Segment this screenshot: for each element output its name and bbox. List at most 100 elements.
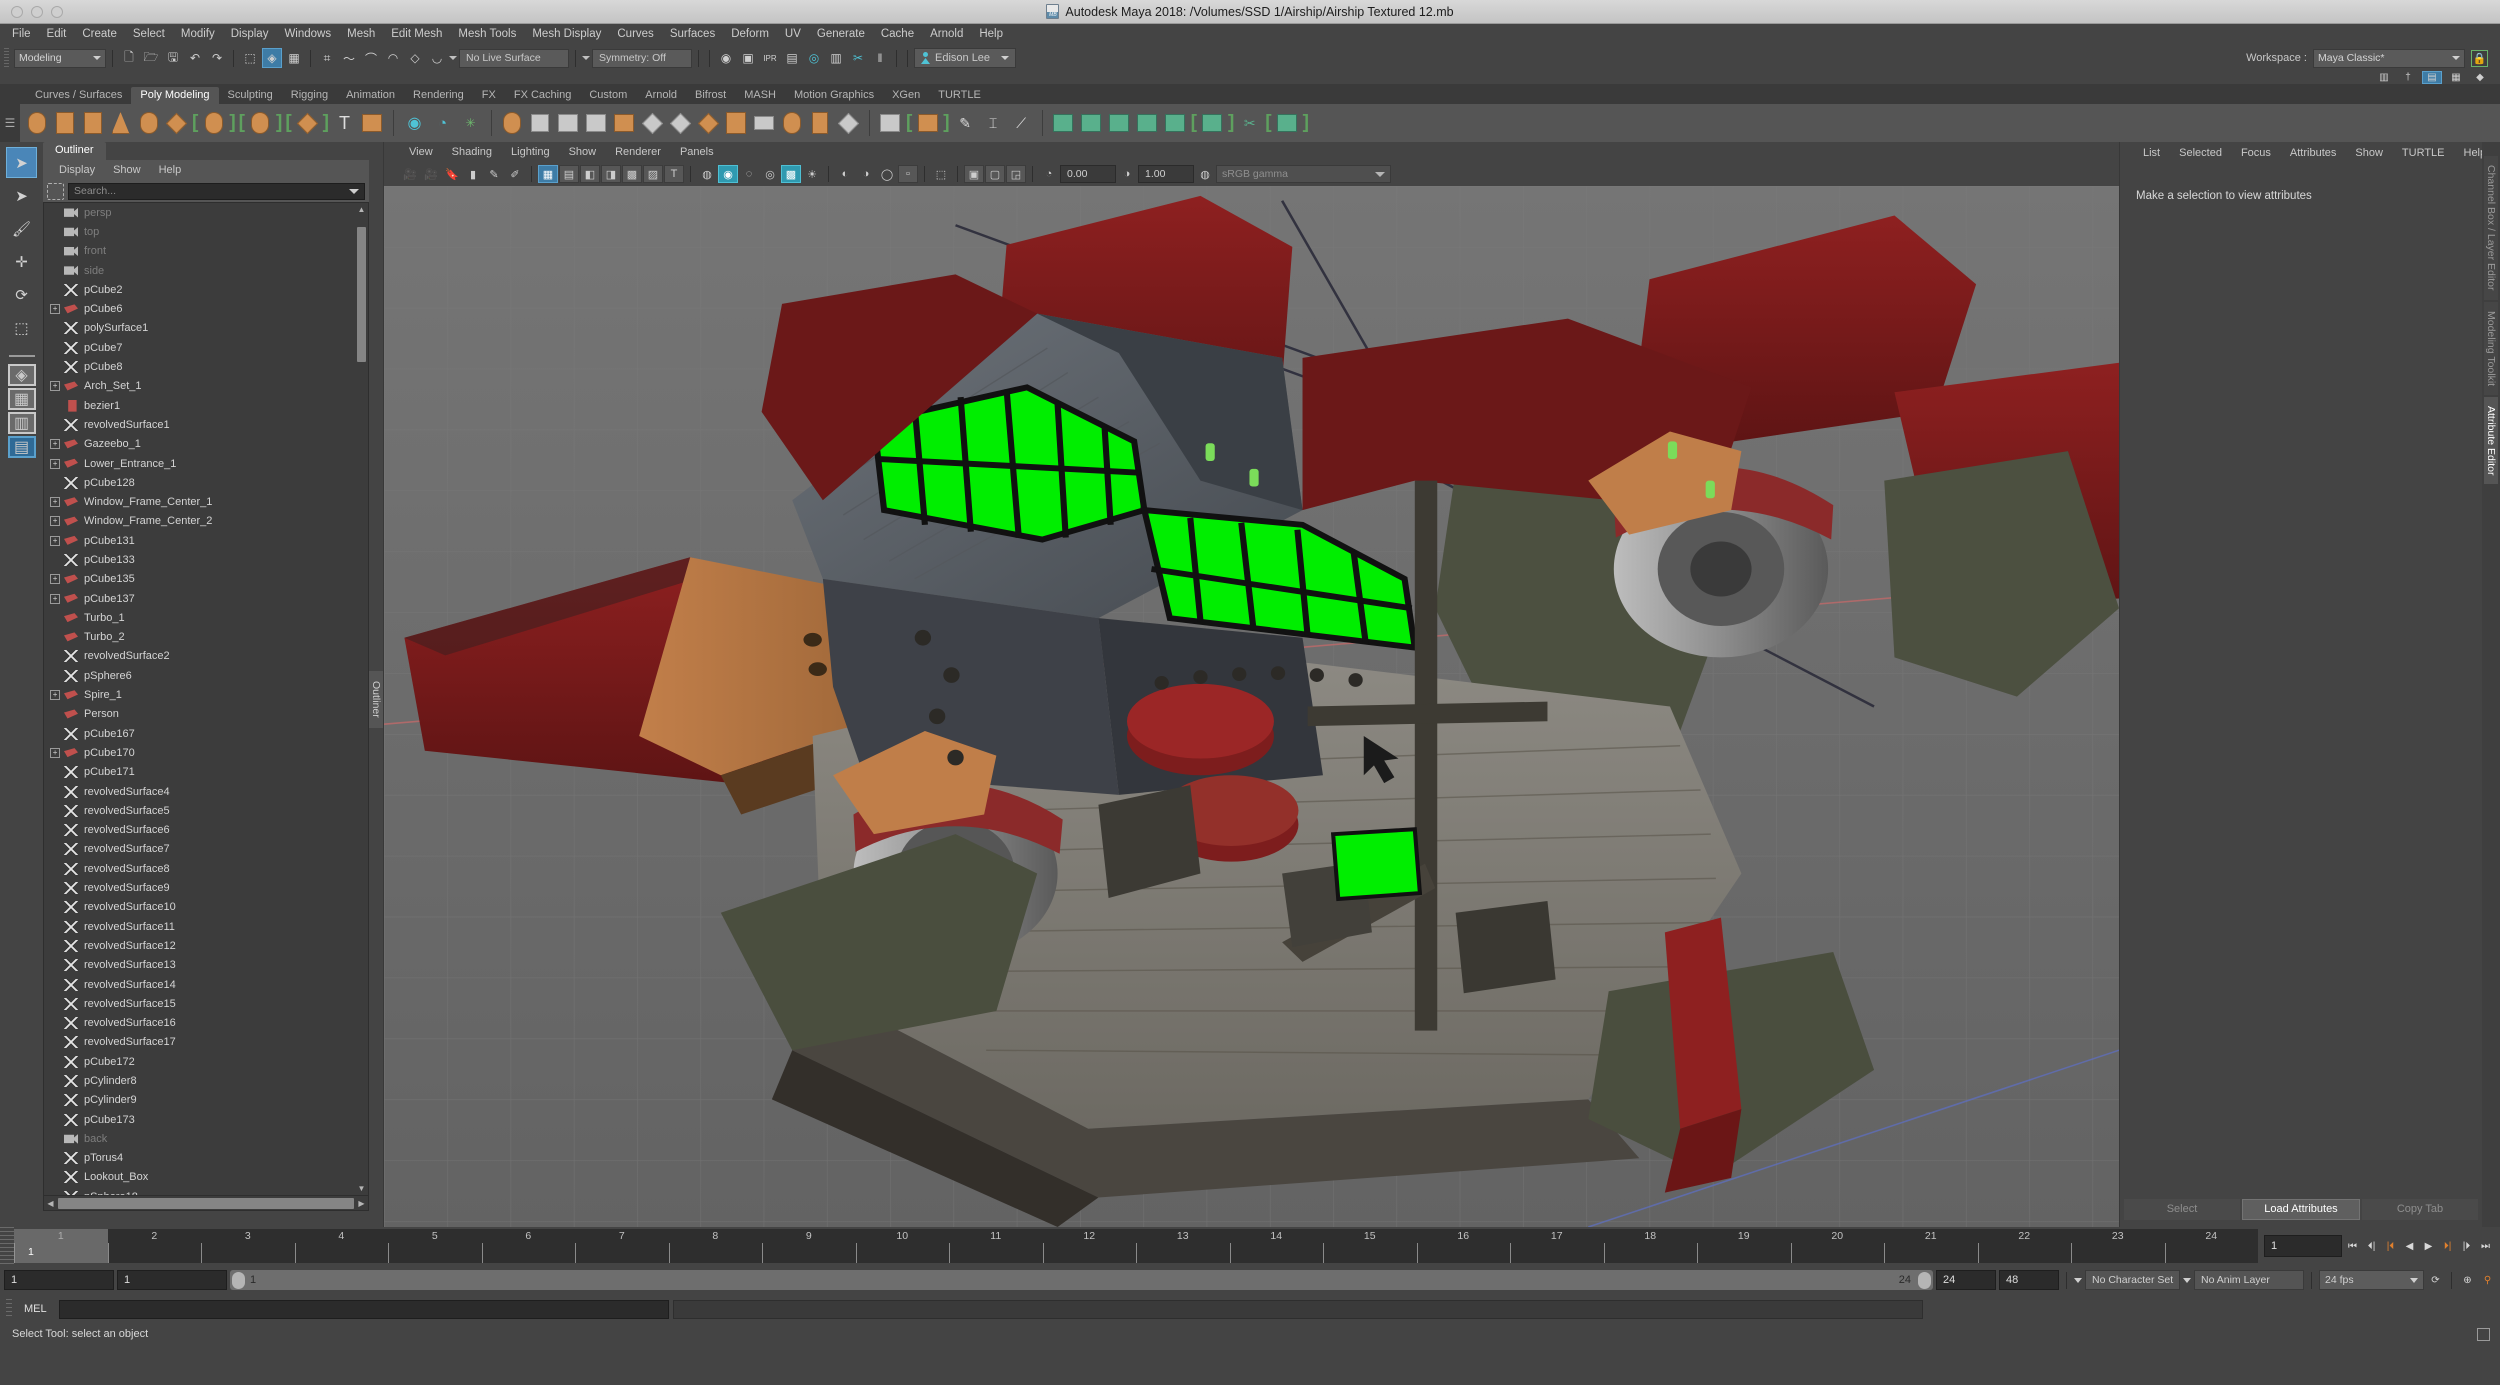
- outliner-item[interactable]: Person: [44, 705, 368, 724]
- attribute-editor-footer[interactable]: Select Load Attributes Copy Tab: [2120, 1197, 2482, 1227]
- outliner-item[interactable]: + pCube6: [44, 299, 368, 318]
- outliner-item[interactable]: revolvedSurface14: [44, 975, 368, 994]
- range-handle-end[interactable]: [1918, 1271, 1931, 1289]
- playback-speed-selector[interactable]: 24 fps: [2319, 1270, 2424, 1290]
- menu-set-selector[interactable]: Modeling: [14, 48, 106, 68]
- current-frame-field[interactable]: 1: [2264, 1235, 2342, 1257]
- shelf-combine[interactable]: [500, 109, 525, 137]
- viewport-3d-canvas[interactable]: [384, 186, 2119, 1227]
- open-scene-icon[interactable]: 🗁: [141, 48, 161, 68]
- expand-toggle-icon[interactable]: +: [50, 497, 60, 508]
- select-camera-icon[interactable]: 🎥: [400, 165, 420, 183]
- outliner-item[interactable]: Lookout_Box: [44, 1168, 368, 1187]
- expand-toggle-icon[interactable]: +: [50, 516, 60, 527]
- viewport-menu-bar[interactable]: View Shading Lighting Show Renderer Panels: [384, 142, 2119, 162]
- outliner-item[interactable]: pCube133: [44, 550, 368, 569]
- menu-item-deform[interactable]: Deform: [723, 24, 777, 45]
- xray-active-components-icon[interactable]: ◎: [760, 165, 780, 183]
- shelf-tab-custom[interactable]: Custom: [580, 87, 637, 104]
- shelf-svg[interactable]: [360, 109, 385, 137]
- shelf-slide-edge[interactable]: ⟋: [1009, 109, 1034, 137]
- outliner-item[interactable]: revolvedSurface11: [44, 917, 368, 936]
- undo-icon[interactable]: ↶: [185, 48, 205, 68]
- outliner-item[interactable]: pCube2: [44, 280, 368, 299]
- attribute-editor-menu-focus[interactable]: Focus: [2232, 147, 2280, 159]
- menu-item-cache[interactable]: Cache: [873, 24, 922, 45]
- gamma-icon[interactable]: ◑: [1117, 165, 1137, 183]
- scroll-left-icon[interactable]: ◀: [45, 1199, 56, 1208]
- cycle-icon[interactable]: ⟳: [2427, 1270, 2444, 1290]
- select-button[interactable]: Select: [2124, 1198, 2240, 1220]
- shelf-remesh[interactable]: [696, 109, 721, 137]
- outliner-item[interactable]: Turbo_2: [44, 628, 368, 647]
- viewport-menu-panels[interactable]: Panels: [671, 146, 723, 158]
- shadows-icon[interactable]: ◐: [835, 165, 855, 183]
- shelf-uv-cylindrical[interactable]: [1079, 109, 1104, 137]
- outliner-item[interactable]: revolvedSurface2: [44, 647, 368, 666]
- isolate-select-icon[interactable]: ⬚: [931, 165, 951, 183]
- command-language-label[interactable]: MEL: [16, 1303, 55, 1315]
- outliner-item[interactable]: revolvedSurface12: [44, 936, 368, 955]
- outliner-item[interactable]: revolvedSurface16: [44, 1013, 368, 1032]
- command-feedback-icon[interactable]: [2477, 1327, 2490, 1341]
- workspace-controls[interactable]: Workspace : Maya Classic* 🔒: [2246, 48, 2496, 68]
- outliner-item[interactable]: revolvedSurface7: [44, 840, 368, 859]
- show-attribute-editor-icon[interactable]: ▦: [2446, 71, 2466, 84]
- expand-toggle-icon[interactable]: +: [50, 593, 60, 604]
- menu-item-curves[interactable]: Curves: [609, 24, 661, 45]
- outliner-item[interactable]: pCube171: [44, 763, 368, 782]
- viewport-menu-view[interactable]: View: [400, 146, 442, 158]
- expand-toggle-icon[interactable]: +: [50, 381, 60, 392]
- shelf-crease-tool[interactable]: ✎: [953, 109, 978, 137]
- outliner-item[interactable]: + pCube170: [44, 743, 368, 762]
- outliner-item[interactable]: polySurface1: [44, 319, 368, 338]
- two-d-pan-zoom-icon[interactable]: ✎: [484, 165, 504, 183]
- chevron-down-icon[interactable]: [349, 188, 359, 194]
- outliner-panel[interactable]: Outliner Display Show Help Search... persp…: [43, 142, 383, 1227]
- shelf-poly-soccerball[interactable]: [248, 109, 273, 137]
- shelf-separate[interactable]: [528, 109, 553, 137]
- shelf-poly-torus[interactable]: [136, 109, 161, 137]
- panel-tab-attribute-editor[interactable]: Attribute Editor: [2484, 396, 2498, 485]
- scroll-up-icon[interactable]: ▲: [357, 205, 366, 214]
- xray-icon[interactable]: ◍: [697, 165, 717, 183]
- shelf-poly-pyramid[interactable]: [295, 109, 320, 137]
- use-default-material-icon[interactable]: T: [664, 165, 684, 183]
- outliner-item[interactable]: pCylinder8: [44, 1071, 368, 1090]
- show-channel-box-icon[interactable]: ▤: [2422, 71, 2442, 84]
- viewport-menu-shading[interactable]: Shading: [443, 146, 501, 158]
- range-slider-bar[interactable]: 1 24: [230, 1270, 1933, 1290]
- attribute-editor-menu-show[interactable]: Show: [2346, 147, 2392, 159]
- flat-shade-icon[interactable]: ◨: [601, 165, 621, 183]
- outliner-item[interactable]: pCube172: [44, 1052, 368, 1071]
- range-slider-row[interactable]: 1 1 1 24 24 48 No Character Set No Anim …: [0, 1265, 2500, 1295]
- outliner-item-list[interactable]: persp top front side pCube2 + pCube6 polySurfac…: [43, 202, 369, 1196]
- scale-tool-button[interactable]: ⬚: [6, 312, 37, 343]
- menu-item-mesh[interactable]: Mesh: [339, 24, 383, 45]
- shelf-uv-cut[interactable]: ✂: [1237, 109, 1262, 137]
- time-slider-area[interactable]: 1234567891011121314151617181920212223241…: [0, 1227, 2500, 1295]
- shelf-bevel[interactable]: [752, 109, 777, 137]
- animation-preferences-icon[interactable]: ⚲: [2479, 1270, 2496, 1290]
- shelf-mirror[interactable]: [640, 109, 665, 137]
- anim-layer-selector[interactable]: No Anim Layer: [2194, 1270, 2304, 1290]
- shelf-bridge[interactable]: [780, 109, 805, 137]
- outliner-item[interactable]: revolvedSurface10: [44, 898, 368, 917]
- menu-item-create[interactable]: Create: [74, 24, 125, 45]
- outliner-search-bar[interactable]: Search...: [43, 180, 369, 202]
- shelf-poly-cylinder[interactable]: [80, 109, 105, 137]
- shelf-multi-cut[interactable]: ⌶: [981, 109, 1006, 137]
- range-handle-start[interactable]: [232, 1271, 245, 1289]
- shelf-uv-editor[interactable]: [915, 109, 940, 137]
- shelf-tab-fx-caching[interactable]: FX Caching: [504, 87, 581, 104]
- right-panel-tab-strip[interactable]: Channel Box / Layer Editor Modeling Toolk…: [2482, 142, 2500, 1227]
- outliner-item[interactable]: revolvedSurface17: [44, 1033, 368, 1052]
- layout-outliner-persp-button[interactable]: ▤: [7, 436, 36, 458]
- outliner-search-input[interactable]: Search...: [68, 182, 365, 200]
- lasso-select-tool-button[interactable]: ➤: [6, 180, 37, 211]
- snap-to-point-icon[interactable]: ⌒: [361, 48, 381, 68]
- shelf-poly-prism[interactable]: [201, 109, 226, 137]
- layout-two-pane-button[interactable]: ▥: [7, 412, 36, 434]
- shelf-uv-unfold[interactable]: [1275, 109, 1300, 137]
- outliner-item[interactable]: back: [44, 1129, 368, 1148]
